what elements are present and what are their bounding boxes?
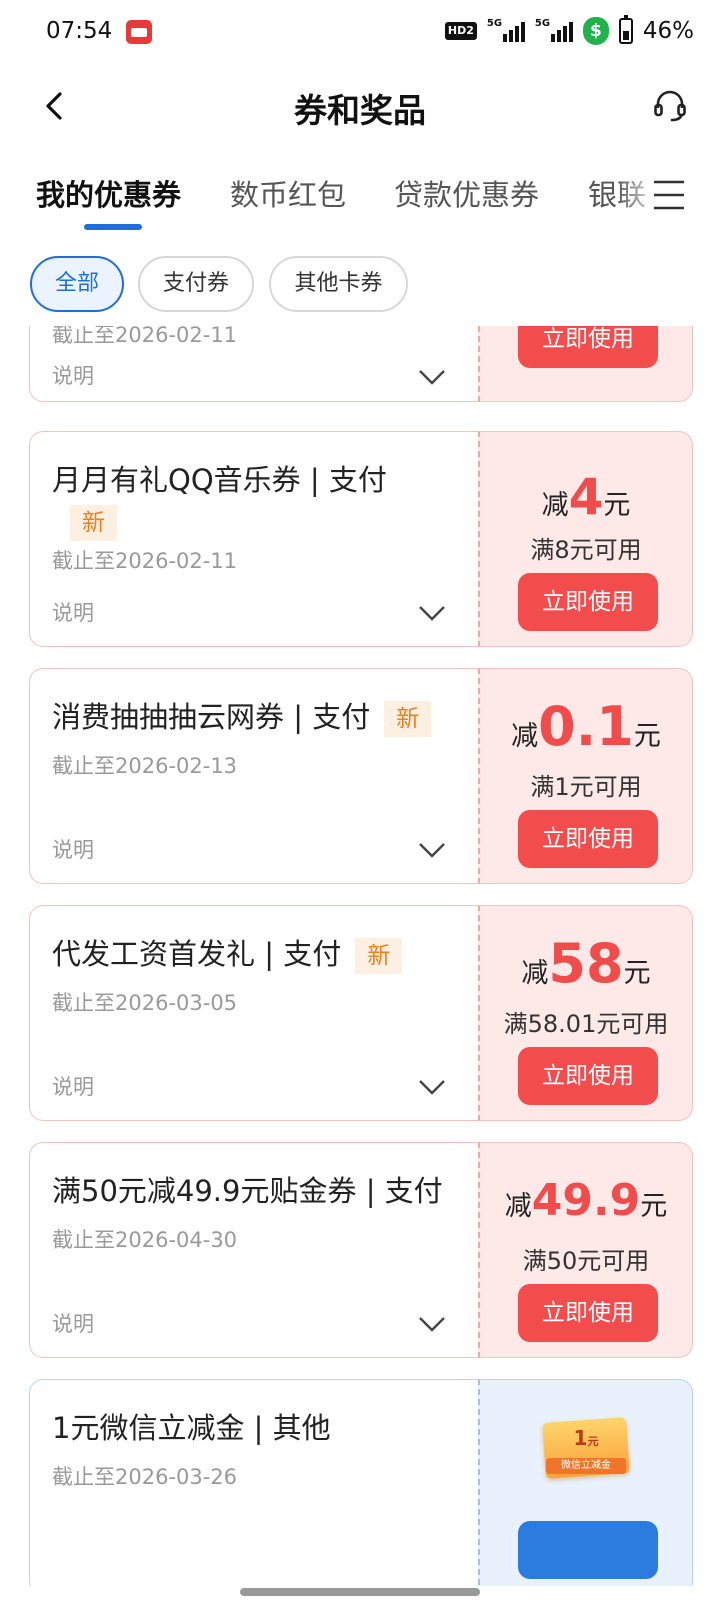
coupon-card: 消费抽抽抽云网券 | 支付新 截止至2026-02-13 说明 减0.1元 满1… (29, 668, 693, 884)
app-notification-icon (126, 20, 152, 44)
use-now-button[interactable]: 立即使用 (518, 326, 658, 368)
use-now-button[interactable]: 立即使用 (518, 1047, 658, 1105)
coupon-expiry: 截止至2026-03-05 (52, 991, 238, 1015)
coupon-description-label[interactable]: 说明 (52, 597, 94, 627)
coupon-info: 1元微信立减金 | 其他 截止至2026-03-26 (29, 1379, 478, 1586)
header: 券和奖品 (0, 66, 720, 146)
coupon-card: 1元微信立减金 | 其他 截止至2026-03-26 1元 微信立减金 (29, 1379, 693, 1586)
coupon-title: 代发工资首发礼 | 支付新 (52, 934, 452, 974)
coupon-value-panel: 减0.1元 满1元可用 立即使用 (478, 668, 693, 884)
coupon-info: 满50元减49.9元贴金券 | 支付 截止至2026-04-30 说明 (29, 1142, 478, 1358)
chevron-down-icon[interactable] (418, 841, 446, 859)
coupon-card: 截止至2026-02-11 说明 立即使用 (29, 326, 693, 402)
coupon-amount: 减58元 (521, 932, 651, 995)
coupon-description-label[interactable]: 说明 (52, 834, 94, 864)
coupon-value-panel: 减58元 满58.01元可用 立即使用 (478, 905, 693, 1121)
coupon-amount: 减4元 (541, 468, 631, 526)
new-badge: 新 (70, 505, 117, 541)
status-indicators: HD2 5G 5G $ 46% (444, 15, 694, 46)
signal-icon-2: 5G (535, 18, 573, 42)
coupon-value-panel: 减49.9元 满50元可用 立即使用 (478, 1142, 693, 1358)
coupon-threshold: 满1元可用 (530, 773, 642, 801)
page-title: 券和奖品 (294, 91, 426, 130)
tab-digital-red-packet[interactable]: 数币红包 (230, 172, 346, 214)
coupon-description-label[interactable]: 说明 (52, 360, 94, 390)
battery-percent: 46% (642, 18, 694, 44)
coupon-title: 月月有礼QQ音乐券 | 支付 新 (52, 460, 452, 541)
coupon-threshold: 满8元可用 (530, 536, 642, 564)
coupon-value-panel: 立即使用 (478, 326, 693, 402)
new-badge: 新 (355, 938, 403, 974)
filter-other-cards[interactable]: 其他卡券 (269, 256, 408, 312)
coupon-amount: 减0.1元 (511, 695, 661, 758)
coupon-description-label[interactable]: 说明 (52, 1308, 94, 1338)
tab-loan-coupons[interactable]: 贷款优惠券 (394, 172, 539, 214)
coupon-card: 月月有礼QQ音乐券 | 支付 新 截止至2026-02-11 说明 减4元 满8… (29, 431, 693, 647)
filter-all[interactable]: 全部 (30, 256, 124, 312)
use-now-button[interactable]: 立即使用 (518, 573, 658, 631)
coupon-expiry: 截止至2026-04-30 (52, 1228, 238, 1252)
coupon-title: 满50元减49.9元贴金券 | 支付 (52, 1174, 443, 1208)
coupon-value-panel: 1元 微信立减金 (478, 1379, 693, 1586)
coupon-expiry: 截止至2026-03-26 (52, 1465, 238, 1489)
coupon-list[interactable]: 截止至2026-02-11 说明 立即使用 月月有礼QQ音乐券 | 支付 新 截… (0, 326, 720, 1586)
coupon-amount: 减49.9元 (504, 1175, 668, 1226)
home-indicator[interactable] (240, 1588, 480, 1596)
customer-service-icon[interactable] (652, 88, 688, 124)
coupon-info: 代发工资首发礼 | 支付新 截止至2026-03-05 说明 (29, 905, 478, 1121)
coupon-expiry: 截止至2026-02-11 (52, 326, 238, 347)
tab-bar: 我的优惠券 数币红包 贷款优惠券 银联 (0, 166, 720, 232)
coupon-threshold: 满58.01元可用 (503, 1010, 669, 1038)
coupon-title: 消费抽抽抽云网券 | 支付新 (52, 697, 452, 737)
chevron-down-icon[interactable] (418, 368, 446, 386)
active-tab-indicator (84, 224, 142, 230)
filter-payment-coupons[interactable]: 支付券 (138, 256, 254, 312)
tab-my-coupons[interactable]: 我的优惠券 (36, 172, 181, 214)
coupon-title: 1元微信立减金 | 其他 (52, 1411, 331, 1445)
chevron-down-icon[interactable] (418, 1078, 446, 1096)
signal-icon-1: 5G (487, 18, 525, 42)
wechat-discount-image: 1元 微信立减金 (540, 1416, 632, 1482)
security-shield-icon: $ (582, 17, 609, 45)
coupon-expiry: 截止至2026-02-11 (52, 549, 238, 573)
chevron-down-icon[interactable] (418, 1315, 446, 1333)
coupon-expiry: 截止至2026-02-13 (52, 754, 238, 778)
coupon-info: 截止至2026-02-11 说明 (29, 326, 478, 402)
status-bar: 07:54 HD2 5G 5G $ 46% (0, 0, 720, 66)
coupon-info: 月月有礼QQ音乐券 | 支付 新 截止至2026-02-11 说明 (29, 431, 478, 647)
coupon-value-panel: 减4元 满8元可用 立即使用 (478, 431, 693, 647)
chevron-down-icon[interactable] (418, 604, 446, 622)
use-now-button[interactable] (518, 1521, 658, 1579)
coupon-card: 代发工资首发礼 | 支付新 截止至2026-03-05 说明 减58元 满58.… (29, 905, 693, 1121)
hd-voice-icon: HD2 (444, 22, 477, 40)
coupon-card: 满50元减49.9元贴金券 | 支付 截止至2026-04-30 说明 减49.… (29, 1142, 693, 1358)
coupon-info: 消费抽抽抽云网券 | 支付新 截止至2026-02-13 说明 (29, 668, 478, 884)
menu-icon[interactable] (652, 178, 686, 212)
coupon-threshold: 满50元可用 (522, 1247, 650, 1275)
status-time: 07:54 (46, 18, 113, 44)
coupon-description-label[interactable]: 说明 (52, 1071, 94, 1101)
use-now-button[interactable]: 立即使用 (518, 810, 658, 868)
use-now-button[interactable]: 立即使用 (518, 1284, 658, 1342)
new-badge: 新 (384, 701, 432, 737)
battery-icon (618, 15, 633, 44)
